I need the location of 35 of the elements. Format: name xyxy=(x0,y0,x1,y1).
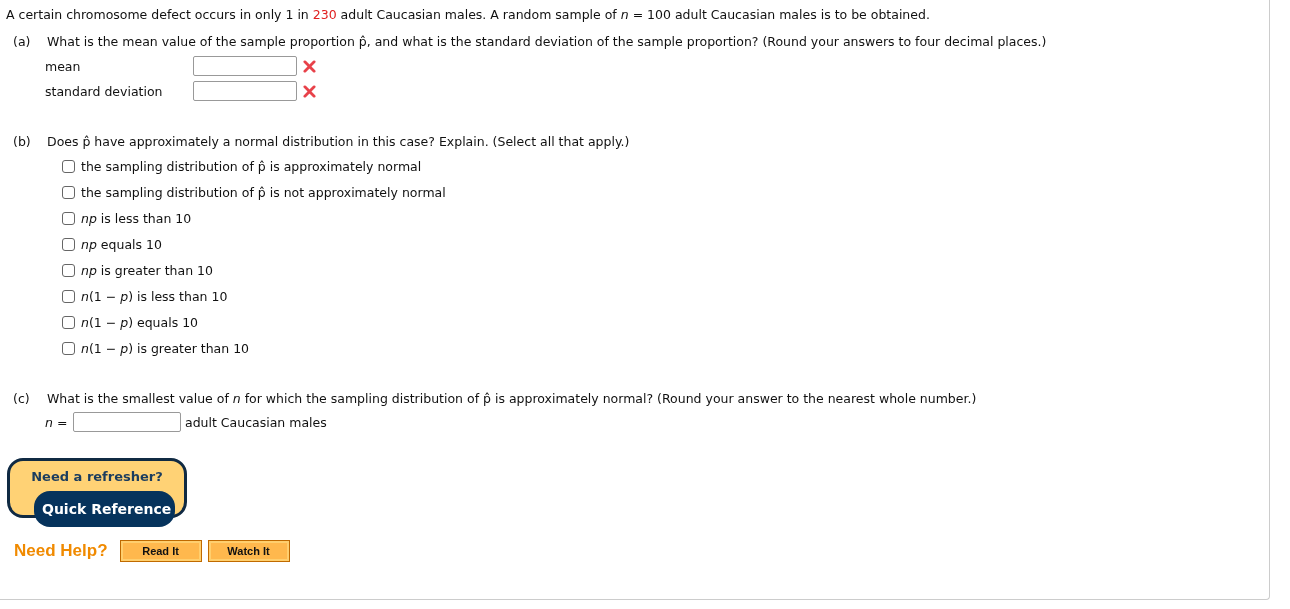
checkbox[interactable] xyxy=(62,185,75,199)
option-label: the sampling distribution of p̂ is not approximately normal xyxy=(81,184,446,200)
option-label: n(1 − p) is greater than 10 xyxy=(81,340,250,356)
checkbox[interactable] xyxy=(62,315,75,329)
help-button[interactable]: Watch It xyxy=(207,540,290,562)
option-label: the sampling distribution of p̂ is approximately normal xyxy=(81,158,422,174)
checkbox[interactable] xyxy=(62,263,75,277)
option-label: n(1 − p) is less than 10 xyxy=(81,288,228,304)
question-text: What is the mean value of the sample proportion p̂, and what is the standard deviation of the sample proportion? (Round your answers to four decimal places.) xyxy=(47,33,1047,51)
option-label: np is greater than 10 xyxy=(81,262,213,278)
checkbox[interactable] xyxy=(62,159,75,173)
question-text: Does p̂ have approximately a normal distribution in this case? Explain. (Select all that apply.) xyxy=(47,133,630,151)
checkbox[interactable] xyxy=(62,237,75,251)
checkbox[interactable] xyxy=(62,289,75,303)
field-label: standard deviation xyxy=(45,83,164,99)
need-help-label: Need Help? xyxy=(14,541,108,561)
answer-field[interactable] xyxy=(193,56,297,76)
answer-field[interactable] xyxy=(73,412,181,432)
option-label: np equals 10 xyxy=(81,236,162,252)
problem-statement: A certain chromosome defect occurs in only 1 in 230 adult Caucasian males. A random sample of n = 100 adult Caucasian males is to be obtained. xyxy=(6,6,931,24)
part-label: (c) xyxy=(13,390,31,408)
answer-field[interactable] xyxy=(193,81,297,101)
unit-label: adult Caucasian males xyxy=(185,414,327,430)
option-label: n(1 − p) equals 10 xyxy=(81,314,199,330)
field-label: mean xyxy=(45,58,82,74)
part-label: (a) xyxy=(13,33,32,51)
refresher-title: Need a refresher? xyxy=(31,469,163,484)
help-button[interactable]: Read It xyxy=(119,540,202,562)
question-text: What is the smallest value of n for which the sampling distribution of p̂ is approximately normal? (Round your answer to the nearest whole number.) xyxy=(47,390,977,408)
quick-reference-button[interactable]: Quick Reference xyxy=(34,491,176,527)
checkbox[interactable] xyxy=(62,211,75,225)
checkbox[interactable] xyxy=(62,341,75,355)
field-label: n = xyxy=(45,414,69,430)
part-label: (b) xyxy=(13,133,32,151)
option-label: np is less than 10 xyxy=(81,210,192,226)
